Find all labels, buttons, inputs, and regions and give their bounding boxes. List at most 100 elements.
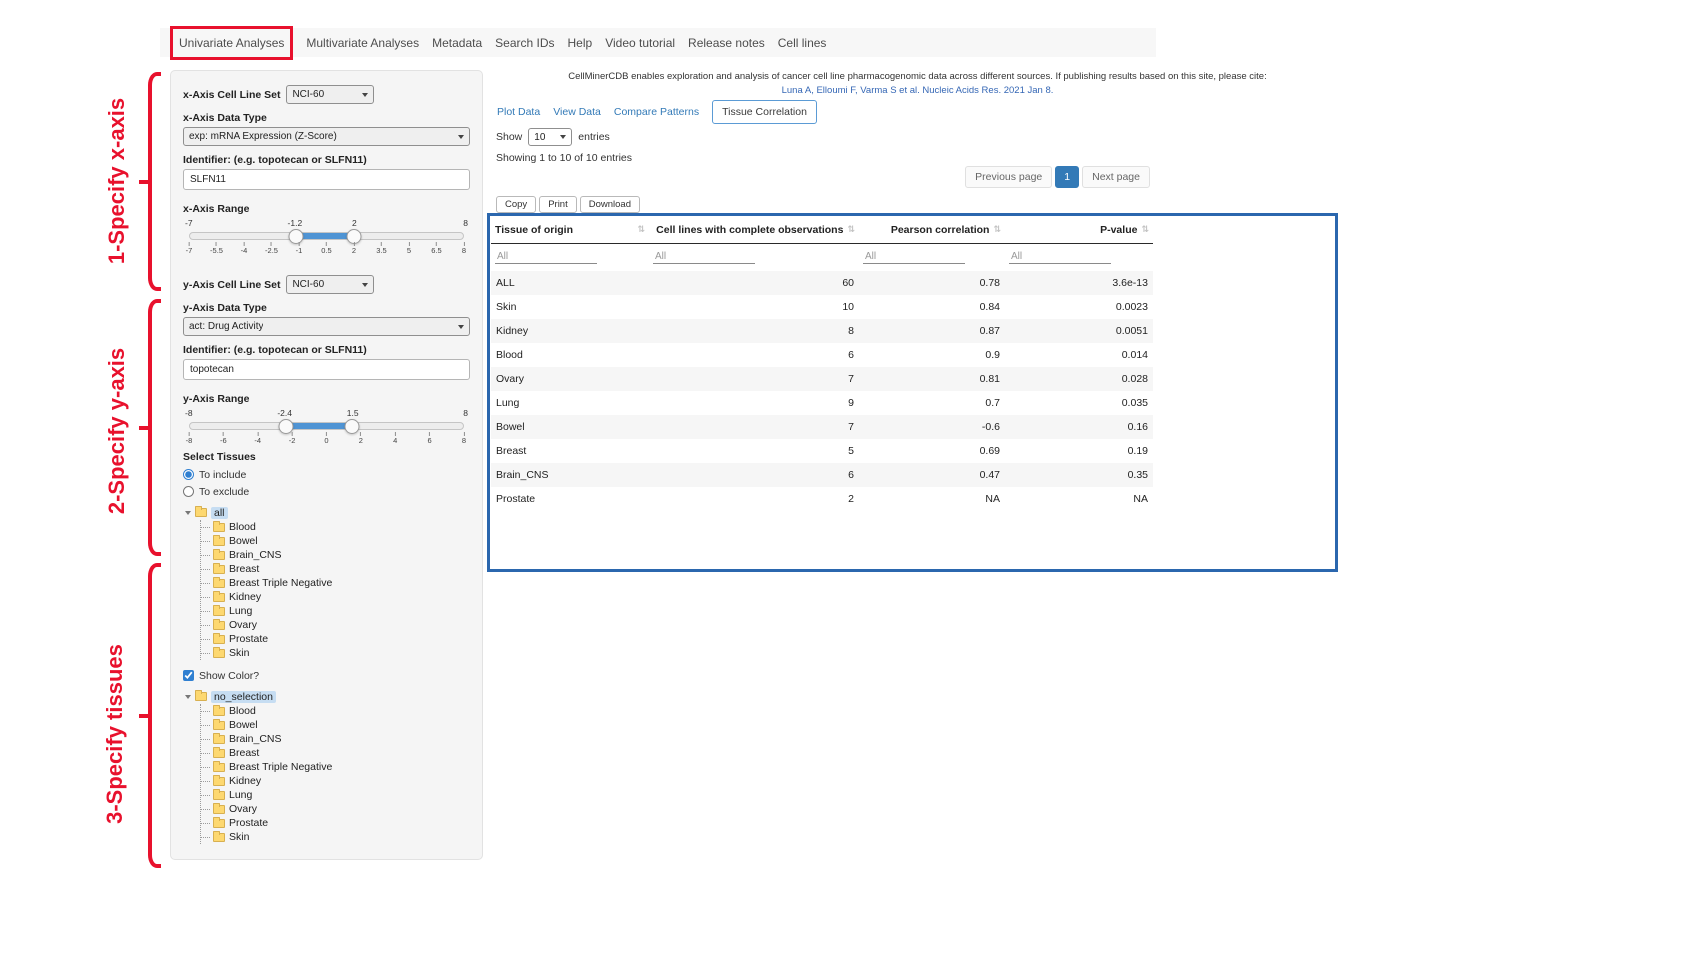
- tissue-cell: Lung: [491, 391, 649, 415]
- tissue-label-breast[interactable]: Breast: [229, 563, 259, 575]
- citation-link[interactable]: Luna A, Elloumi F, Varma S et al. Nuclei…: [495, 85, 1340, 96]
- tree-color-root[interactable]: no_selection: [185, 689, 470, 704]
- tree-include-item-brain-cns[interactable]: Brain_CNS: [201, 548, 470, 562]
- tissue-label-lung[interactable]: Lung: [229, 605, 252, 617]
- tree-include-root[interactable]: all: [185, 505, 470, 520]
- tree-expand-icon[interactable]: [185, 695, 191, 699]
- slider-tick-label: 0.5: [321, 242, 331, 255]
- tissue-label-breast-triple-negative[interactable]: Breast Triple Negative: [229, 577, 332, 589]
- tissue-label-bowel[interactable]: Bowel: [229, 719, 258, 731]
- filter-input-tissue-of-origin[interactable]: [495, 250, 597, 264]
- tree-include-item-bowel[interactable]: Bowel: [201, 534, 470, 548]
- y-axis-range-slider[interactable]: -8 -2.4 1.5 8 -8-6-4-202468: [187, 408, 466, 447]
- tab-plot-data[interactable]: Plot Data: [497, 106, 540, 118]
- tissue-label-kidney[interactable]: Kidney: [229, 591, 261, 603]
- include-radio-row[interactable]: To include: [183, 466, 470, 483]
- sort-icon[interactable]: ⇅: [1141, 225, 1149, 235]
- tissue-label-ovary[interactable]: Ovary: [229, 803, 257, 815]
- nav-item-help[interactable]: Help: [568, 36, 593, 50]
- nav-item-univariate-analyses[interactable]: Univariate Analyses: [170, 26, 293, 60]
- tree-color-item-prostate[interactable]: Prostate: [201, 816, 470, 830]
- tree-include-root-label[interactable]: all: [211, 507, 228, 519]
- tree-color-item-kidney[interactable]: Kidney: [201, 774, 470, 788]
- tree-color-item-ovary[interactable]: Ovary: [201, 802, 470, 816]
- tree-expand-icon[interactable]: [185, 511, 191, 515]
- tree-color-item-brain-cns[interactable]: Brain_CNS: [201, 732, 470, 746]
- tree-color-root-label[interactable]: no_selection: [211, 691, 276, 703]
- tissue-cell: Skin: [491, 295, 649, 319]
- filter-input-p-value[interactable]: [1009, 250, 1111, 264]
- nav-item-cell-lines[interactable]: Cell lines: [778, 36, 827, 50]
- tree-include-item-breast[interactable]: Breast: [201, 562, 470, 576]
- tissue-label-blood[interactable]: Blood: [229, 521, 256, 533]
- tree-include-item-breast-triple-negative[interactable]: Breast Triple Negative: [201, 576, 470, 590]
- tissue-label-prostate[interactable]: Prostate: [229, 817, 268, 829]
- tree-include-item-ovary[interactable]: Ovary: [201, 618, 470, 632]
- tree-color-item-bowel[interactable]: Bowel: [201, 718, 470, 732]
- value-cell: 0.16: [1005, 415, 1153, 439]
- exclude-radio-row[interactable]: To exclude: [183, 483, 470, 500]
- x-cell-line-set-select[interactable]: NCI-60: [286, 85, 374, 104]
- copy-button[interactable]: Copy: [496, 196, 536, 213]
- tree-color-item-breast-triple-negative[interactable]: Breast Triple Negative: [201, 760, 470, 774]
- tissue-label-kidney[interactable]: Kidney: [229, 775, 261, 787]
- tissue-label-prostate[interactable]: Prostate: [229, 633, 268, 645]
- nav-item-metadata[interactable]: Metadata: [432, 36, 482, 50]
- nav-item-search-ids[interactable]: Search IDs: [495, 36, 554, 50]
- next-page-button[interactable]: Next page: [1082, 166, 1150, 188]
- nav-item-video-tutorial[interactable]: Video tutorial: [605, 36, 675, 50]
- tree-include-item-blood[interactable]: Blood: [201, 520, 470, 534]
- tissue-label-lung[interactable]: Lung: [229, 789, 252, 801]
- show-color-checkbox[interactable]: [183, 670, 194, 681]
- column-header-cell-lines-with-complete-observations[interactable]: Cell lines with complete observations⇅: [649, 219, 859, 244]
- print-button[interactable]: Print: [539, 196, 577, 213]
- x-axis-range-slider[interactable]: -7 -1.2 2 8 -7-5.5-4-2.5-10.523.556.58: [187, 218, 466, 257]
- slider-track[interactable]: [189, 232, 464, 240]
- tissue-label-skin[interactable]: Skin: [229, 647, 249, 659]
- filter-input-cell-lines-with-complete-observations[interactable]: [653, 250, 755, 264]
- sort-icon[interactable]: ⇅: [637, 225, 645, 235]
- tree-include-item-kidney[interactable]: Kidney: [201, 590, 470, 604]
- download-button[interactable]: Download: [580, 196, 640, 213]
- sort-icon[interactable]: ⇅: [993, 225, 1001, 235]
- tree-color-item-breast[interactable]: Breast: [201, 746, 470, 760]
- previous-page-button[interactable]: Previous page: [965, 166, 1052, 188]
- page-1-button[interactable]: 1: [1055, 166, 1079, 188]
- tab-tissue-correlation[interactable]: Tissue Correlation: [712, 100, 817, 124]
- sort-icon[interactable]: ⇅: [847, 225, 855, 235]
- y-data-type-select[interactable]: act: Drug Activity: [183, 317, 470, 336]
- tree-color-item-blood[interactable]: Blood: [201, 704, 470, 718]
- tree-color-item-skin[interactable]: Skin: [201, 830, 470, 844]
- x-identifier-input[interactable]: [183, 169, 470, 190]
- tissue-label-blood[interactable]: Blood: [229, 705, 256, 717]
- column-header-tissue-of-origin[interactable]: Tissue of origin⇅: [491, 219, 649, 244]
- slider-track[interactable]: [189, 422, 464, 430]
- filter-input-pearson-correlation[interactable]: [863, 250, 965, 264]
- tab-compare-patterns[interactable]: Compare Patterns: [614, 106, 699, 118]
- column-header-pearson-correlation[interactable]: Pearson correlation⇅: [859, 219, 1005, 244]
- entries-count-select[interactable]: 10: [528, 128, 572, 146]
- tree-include-item-prostate[interactable]: Prostate: [201, 632, 470, 646]
- tissue-label-breast-triple-negative[interactable]: Breast Triple Negative: [229, 761, 332, 773]
- column-header-p-value[interactable]: P-value⇅: [1005, 219, 1153, 244]
- tab-view-data[interactable]: View Data: [553, 106, 601, 118]
- tissue-label-bowel[interactable]: Bowel: [229, 535, 258, 547]
- tree-color-item-lung[interactable]: Lung: [201, 788, 470, 802]
- include-radio[interactable]: [183, 469, 194, 480]
- tree-include-item-skin[interactable]: Skin: [201, 646, 470, 660]
- nav-item-release-notes[interactable]: Release notes: [688, 36, 765, 50]
- nav-item-multivariate-analyses[interactable]: Multivariate Analyses: [306, 36, 419, 50]
- show-color-row[interactable]: Show Color?: [183, 667, 470, 684]
- y-identifier-input[interactable]: [183, 359, 470, 380]
- tissue-label-brain-cns[interactable]: Brain_CNS: [229, 549, 282, 561]
- tissue-label-skin[interactable]: Skin: [229, 831, 249, 843]
- tissue-label-brain-cns[interactable]: Brain_CNS: [229, 733, 282, 745]
- y-cell-line-set-select[interactable]: NCI-60: [286, 275, 374, 294]
- tissue-label-ovary[interactable]: Ovary: [229, 619, 257, 631]
- tissue-label-breast[interactable]: Breast: [229, 747, 259, 759]
- exclude-radio[interactable]: [183, 486, 194, 497]
- tree-include-item-lung[interactable]: Lung: [201, 604, 470, 618]
- tissue-cell: Brain_CNS: [491, 463, 649, 487]
- tree-color-children: Blood Bowel Brain_CNS Breast Breast Triple N…: [200, 704, 470, 844]
- x-data-type-select[interactable]: exp: mRNA Expression (Z-Score): [183, 127, 470, 146]
